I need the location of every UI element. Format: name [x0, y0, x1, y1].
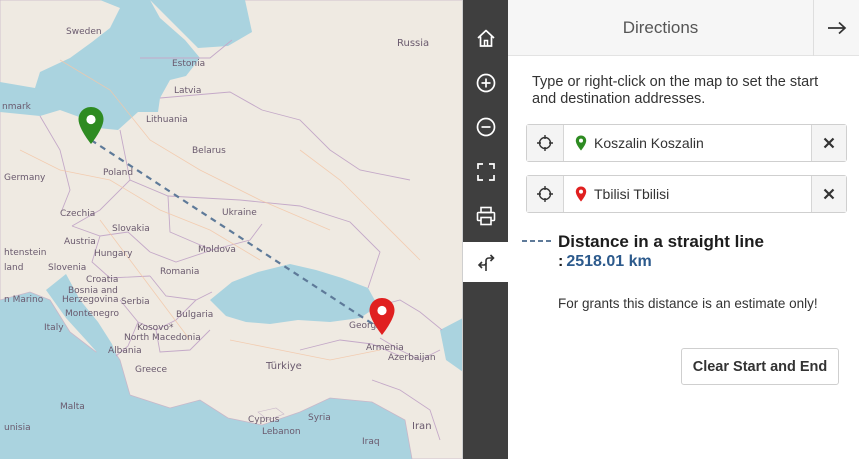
destination-marker-icon	[575, 186, 587, 202]
panel-header: Directions	[508, 0, 859, 56]
panel-title: Directions	[622, 18, 699, 37]
map-label-russia: Russia	[397, 38, 430, 49]
map-label-liechtenstein: htenstein	[4, 248, 47, 258]
map-label-slovakia: Slovakia	[112, 224, 150, 234]
dashed-line-icon	[522, 240, 552, 242]
map-label-austria: Austria	[64, 237, 96, 247]
map-label-albania: Albania	[108, 346, 142, 356]
distance-value: 2518.01 km	[566, 253, 652, 270]
map-label-czechia: Czechia	[60, 209, 96, 219]
map-label-estonia: Estonia	[172, 59, 206, 69]
map-label-moldova: Moldova	[198, 245, 236, 255]
collapse-panel-button[interactable]	[814, 0, 859, 56]
map-label-lebanon: Lebanon	[262, 427, 301, 437]
distance-colon: :	[558, 253, 564, 270]
start-marker-icon	[575, 135, 587, 151]
map-label-serbia: Serbia	[121, 297, 150, 307]
clear-destination-button[interactable]	[811, 176, 846, 212]
map-label-germany: Germany	[4, 173, 46, 183]
map-label-greece: Greece	[135, 365, 168, 375]
map-label-italy: Italy	[44, 323, 64, 333]
zoom-in-icon	[476, 73, 495, 93]
map-label-cyprus: Cyprus	[248, 415, 280, 425]
map-label-turkiye: Türkiye	[266, 361, 302, 372]
map-label-hungary: Hungary	[94, 249, 133, 259]
zoom-in-button[interactable]	[463, 63, 508, 103]
destination-address-input[interactable]: Tbilisi Tbilisi	[564, 176, 811, 212]
distance-value-row: :2518.01 km	[558, 253, 652, 271]
crosshair-icon	[537, 135, 553, 151]
zoom-out-icon	[476, 117, 495, 137]
close-icon	[823, 137, 835, 149]
map-label-bulgaria: Bulgaria	[176, 310, 214, 320]
directions-instructions: Type or right-click on the map to set th…	[532, 74, 819, 107]
fullscreen-icon	[476, 163, 495, 181]
map-label-romania: Romania	[160, 267, 200, 277]
directions-icon	[477, 254, 495, 271]
start-pin-shape	[78, 107, 104, 144]
map-label-croatia: Croatia	[86, 275, 119, 285]
fullscreen-button[interactable]	[463, 152, 508, 192]
map-label-sweden: Sweden	[66, 27, 102, 37]
start-address-group: Koszalin Koszalin	[526, 124, 847, 162]
close-icon	[823, 188, 835, 200]
map-label-tunisia: unisia	[4, 423, 31, 433]
map-label-belarus: Belarus	[192, 146, 226, 156]
map-label-bosnia-line2: Herzegovina	[62, 295, 119, 305]
map-label-azerbaijan: Azerbaijan	[388, 353, 436, 363]
map-label-switzerland: land	[4, 263, 24, 273]
map-view[interactable]: Sweden Russia Estonia Latvia nmark Lithu…	[0, 0, 463, 459]
start-pin[interactable]	[77, 106, 105, 146]
directions-button[interactable]	[463, 242, 508, 282]
zoom-out-button[interactable]	[463, 107, 508, 147]
clear-start-and-end-button[interactable]: Clear Start and End	[681, 348, 839, 385]
map-basemap	[0, 0, 462, 459]
destination-address-value: Tbilisi Tbilisi	[594, 186, 670, 202]
map-toolbar	[463, 0, 508, 459]
print-button[interactable]	[463, 196, 508, 236]
map-label-syria: Syria	[308, 413, 331, 423]
distance-title: Distance in a straight line	[558, 232, 764, 251]
map-label-san-marino: n Marino	[4, 295, 44, 305]
map-label-north-macedonia: North Macedonia	[124, 333, 201, 343]
home-icon	[476, 29, 495, 47]
map-label-kosovo: Kosovo*	[137, 323, 174, 333]
map-label-latvia: Latvia	[174, 86, 202, 96]
map-label-lithuania: Lithuania	[146, 115, 188, 125]
map-label-poland: Poland	[103, 168, 134, 178]
end-pin[interactable]	[368, 297, 396, 337]
map-label-denmark: nmark	[2, 102, 31, 112]
map-label-ukraine: Ukraine	[222, 208, 257, 218]
directions-panel: Directions Type or right-click on the ma…	[508, 0, 859, 459]
start-locate-button[interactable]	[527, 125, 564, 161]
map-label-iran: Iran	[412, 421, 432, 432]
map-label-malta: Malta	[60, 402, 85, 412]
map-label-iraq: Iraq	[362, 437, 380, 447]
print-icon	[476, 206, 495, 226]
home-button[interactable]	[463, 18, 508, 58]
start-address-value: Koszalin Koszalin	[594, 135, 704, 151]
arrow-right-icon	[827, 21, 846, 35]
end-pin-shape	[369, 298, 395, 335]
distance-note: For grants this distance is an estimate …	[558, 296, 818, 311]
destination-address-group: Tbilisi Tbilisi	[526, 175, 847, 213]
start-address-input[interactable]: Koszalin Koszalin	[564, 125, 811, 161]
clear-start-button[interactable]	[811, 125, 846, 161]
crosshair-icon	[537, 186, 553, 202]
map-label-montenegro: Montenegro	[65, 309, 120, 319]
map-label-slovenia: Slovenia	[48, 263, 87, 273]
map-label-armenia: Armenia	[366, 343, 404, 353]
destination-locate-button[interactable]	[527, 176, 564, 212]
